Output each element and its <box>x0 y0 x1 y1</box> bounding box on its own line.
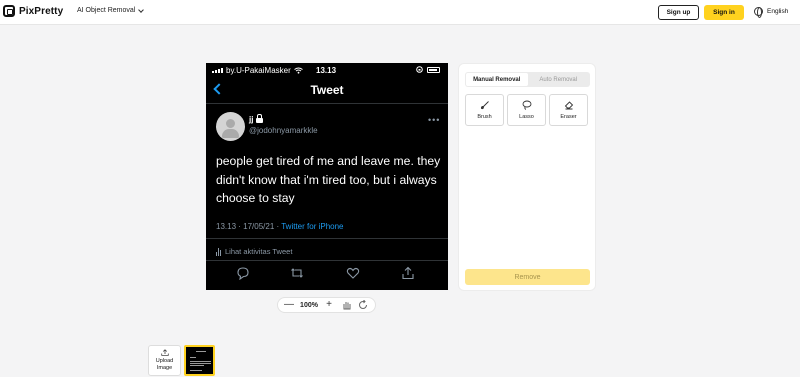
lasso-icon <box>522 100 531 110</box>
status-time: 13.13 <box>316 66 337 75</box>
upload-label: Upload Image <box>155 358 174 371</box>
more-options-icon: ••• <box>428 115 441 125</box>
user-handle: @jodohnyamarkkle <box>249 126 318 135</box>
brush-label: Brush <box>477 114 492 120</box>
tweet-source: Twitter for iPhone <box>281 222 344 231</box>
zoom-out-button[interactable]: — <box>282 298 296 312</box>
removal-mode-tabs: Manual Removal Auto Removal <box>465 72 590 87</box>
eraser-tool-button[interactable]: Eraser <box>549 94 588 126</box>
tweet-title: Tweet <box>310 83 344 97</box>
lock-icon <box>256 114 264 123</box>
tweet-meta: 13.13 · 17/05/21 · Twitter for iPhone <box>216 222 343 231</box>
tweet-timestamp: 13.13 · 17/05/21 · <box>216 222 282 231</box>
lasso-tool-button[interactable]: Lasso <box>507 94 546 126</box>
remove-button[interactable]: Remove <box>465 269 590 285</box>
removal-panel: Manual Removal Auto Removal Brush Lasso … <box>458 63 596 291</box>
like-heart-icon <box>346 267 360 279</box>
tweet-nav-bar: Tweet <box>206 81 448 101</box>
logo-text: PixPretty <box>19 5 64 17</box>
tweet-text: people get tired of me and leave me. the… <box>216 154 441 205</box>
divider <box>206 103 448 104</box>
eraser-icon <box>564 101 573 110</box>
tool-list: Brush Lasso Eraser <box>465 94 588 126</box>
sign-up-button[interactable]: Sign up <box>658 5 699 20</box>
activity-label: Lihat aktivitas Tweet <box>225 247 293 256</box>
editing-canvas-image[interactable]: by.U-PakaiMasker 13.13 Tweet jj @jodohny… <box>206 63 448 290</box>
chevron-down-icon <box>138 6 145 13</box>
eraser-label: Eraser <box>560 114 577 120</box>
divider <box>206 238 448 239</box>
retweet-icon <box>291 268 303 278</box>
zoom-toolbar: — 100% + <box>277 297 376 313</box>
activity-chart-icon <box>216 247 221 256</box>
hand-pan-icon[interactable] <box>340 300 354 310</box>
divider <box>206 260 448 261</box>
reply-icon <box>237 267 249 280</box>
lasso-label: Lasso <box>519 114 534 120</box>
brush-tool-button[interactable]: Brush <box>465 94 504 126</box>
sign-in-button[interactable]: Sign in <box>704 5 744 20</box>
logo[interactable]: PixPretty <box>3 5 63 17</box>
tab-manual-removal[interactable]: Manual Removal <box>466 73 528 86</box>
tool-menu-dropdown[interactable]: AI Object Removal <box>77 6 145 14</box>
zoom-level: 100% <box>300 301 318 309</box>
top-bar: PixPretty AI Object Removal Sign up Sign… <box>0 0 800 25</box>
tool-menu-label: AI Object Removal <box>77 7 136 14</box>
user-name: jj <box>249 115 254 124</box>
pixpretty-logo-icon <box>3 5 15 17</box>
image-thumbnail[interactable] <box>184 345 215 376</box>
tweet-action-bar <box>206 263 448 283</box>
tab-auto-removal[interactable]: Auto Removal <box>528 73 590 86</box>
reset-rotate-icon[interactable] <box>356 300 370 310</box>
brush-icon <box>480 101 489 110</box>
battery-icon <box>427 66 440 73</box>
language-selector[interactable]: English <box>754 7 789 18</box>
zoom-in-button[interactable]: + <box>322 298 336 312</box>
avatar <box>216 112 245 141</box>
carrier-name: by.U-PakaiMasker <box>226 66 291 75</box>
tweet-activity: Lihat aktivitas Tweet <box>216 247 292 256</box>
phone-status-bar: by.U-PakaiMasker 13.13 <box>206 63 448 77</box>
upload-icon <box>160 349 169 356</box>
wifi-icon <box>293 67 303 74</box>
rotation-lock-icon <box>416 66 423 73</box>
language-label: English <box>767 8 789 15</box>
globe-icon <box>754 7 763 18</box>
share-icon <box>402 266 414 280</box>
signal-icon <box>212 68 223 73</box>
upload-image-button[interactable]: Upload Image <box>148 345 181 376</box>
